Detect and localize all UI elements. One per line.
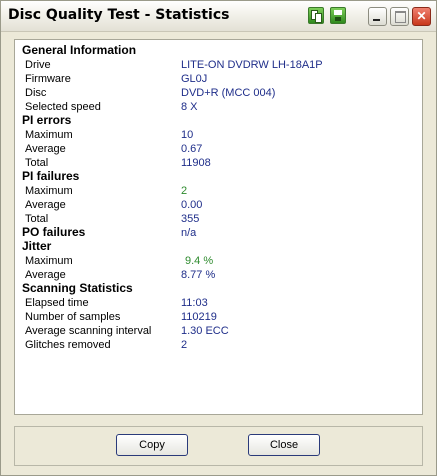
glitches-label: Glitches removed [25, 339, 111, 351]
section-scanning-title: Scanning Statistics [22, 281, 133, 295]
pi-errors-max-value: 10 [181, 129, 194, 141]
window-title: Disc Quality Test - Statistics [8, 7, 230, 23]
pi-failures-avg-value: 0.00 [181, 199, 203, 211]
section-jitter-title: Jitter [22, 239, 52, 253]
statistics-panel: General Information Drive LITE-ON DVDRW … [14, 39, 423, 415]
firmware-value: GL0J [181, 73, 208, 85]
button-bar: Copy Close [14, 426, 423, 466]
dialog-window: Disc Quality Test - Statistics ✕ General… [0, 0, 437, 476]
selected-speed-label: Selected speed [25, 101, 101, 113]
minimize-button[interactable] [368, 7, 387, 26]
drive-label: Drive [25, 59, 51, 71]
samples-label: Number of samples [25, 311, 121, 323]
disc-value: DVD+R (MCC 004) [181, 87, 276, 99]
pi-errors-total-label: Total [25, 157, 49, 169]
copy-icon[interactable] [308, 7, 324, 24]
save-icon[interactable] [330, 7, 346, 24]
jitter-max-label: Maximum [25, 255, 73, 267]
jitter-max-value: 9.4 % [185, 255, 214, 267]
maximize-button[interactable] [390, 7, 409, 26]
po-failures-value: n/a [181, 227, 197, 239]
close-button[interactable]: Close [248, 434, 320, 456]
jitter-avg-value: 8.77 % [181, 269, 216, 281]
section-general-title: General Information [22, 43, 137, 57]
copy-button[interactable]: Copy [116, 434, 188, 456]
elapsed-time-label: Elapsed time [25, 297, 89, 309]
maximize-icon [395, 11, 406, 23]
jitter-avg-label: Average [25, 269, 66, 281]
pi-errors-avg-label: Average [25, 143, 66, 155]
glitches-value: 2 [181, 339, 188, 351]
scan-interval-label: Average scanning interval [25, 325, 152, 337]
title-bar[interactable]: Disc Quality Test - Statistics ✕ [1, 1, 436, 32]
pi-failures-avg-label: Average [25, 199, 66, 211]
pi-errors-max-label: Maximum [25, 129, 73, 141]
pi-failures-max-value: 2 [181, 185, 188, 197]
pi-failures-total-value: 355 [181, 213, 200, 225]
drive-value: LITE-ON DVDRW LH-18A1P [181, 59, 323, 71]
elapsed-time-value: 11:03 [181, 297, 208, 309]
section-pi-failures-title: PI failures [22, 169, 80, 183]
scan-interval-value: 1.30 ECC [181, 325, 229, 337]
firmware-label: Firmware [25, 73, 71, 85]
section-pi-errors-title: PI errors [22, 113, 72, 127]
close-window-button[interactable]: ✕ [412, 7, 431, 26]
pi-failures-total-label: Total [25, 213, 49, 225]
minimize-icon [373, 19, 380, 21]
pi-errors-avg-value: 0.67 [181, 143, 203, 155]
close-icon: ✕ [416, 9, 427, 23]
section-po-failures-title: PO failures [22, 225, 86, 239]
disc-label: Disc [25, 87, 47, 99]
pi-errors-total-value: 11908 [181, 157, 211, 169]
pi-failures-max-label: Maximum [25, 185, 73, 197]
samples-value: 110219 [181, 311, 217, 323]
selected-speed-value: 8 X [181, 101, 198, 113]
